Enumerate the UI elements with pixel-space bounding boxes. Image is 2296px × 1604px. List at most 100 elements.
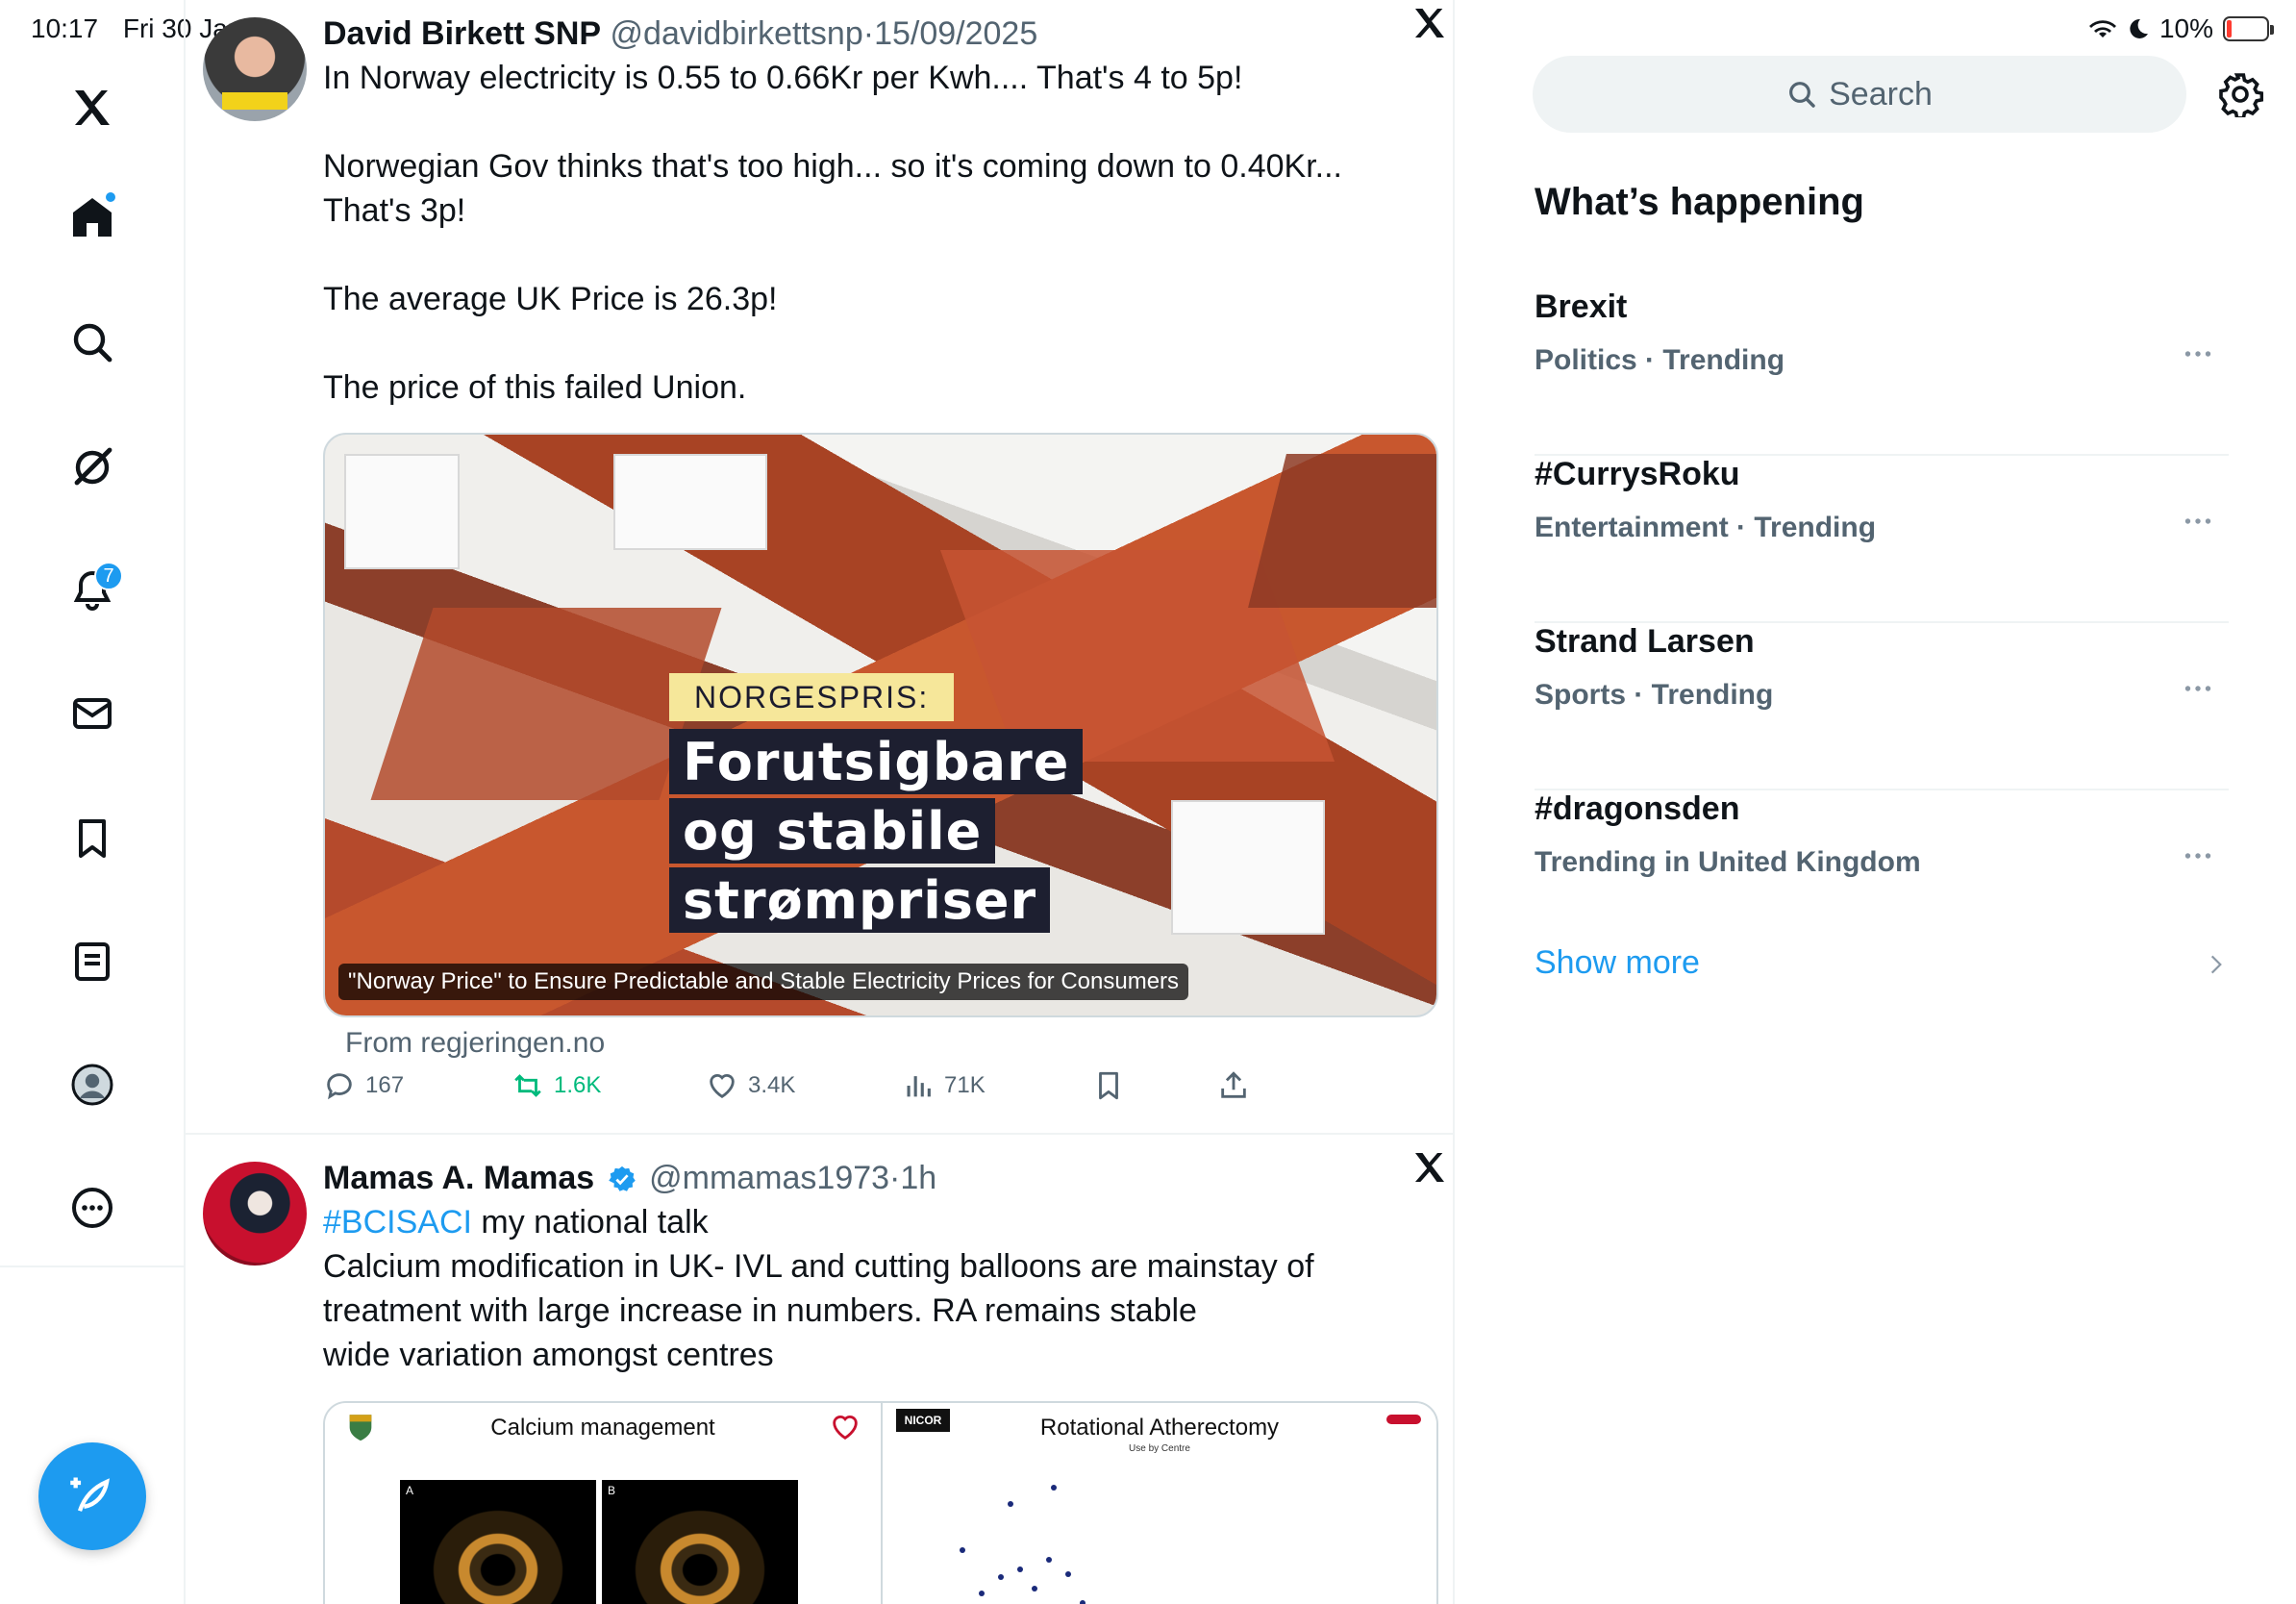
profile-icon[interactable] — [58, 1050, 127, 1119]
battery-percent: 10% — [2159, 13, 2213, 43]
scatter-dot — [960, 1547, 965, 1553]
trend-subtitle: Sports · Trending — [1535, 679, 1774, 711]
tweet-line: The average UK Price is 26.3p! — [323, 281, 778, 317]
bookmark-icon — [1099, 1071, 1118, 1100]
card-caption: "Norway Price" to Ensure Predictable and… — [338, 964, 1189, 1000]
trend-title: #CurrysRoku — [1535, 456, 1740, 492]
status-bar-right: 10% — [2088, 13, 2274, 44]
author-avatar[interactable] — [203, 1162, 307, 1266]
link-card-image[interactable]: NORGESPRIS: Forutsigbare og stabile strø… — [323, 433, 1438, 1017]
header-separator: · — [889, 1160, 901, 1196]
timeline: David Birkett SNP @davidbirkettsnp·15/09… — [186, 0, 1455, 1604]
tweet-media[interactable]: Calcium management A B NICOR Rotational … — [323, 1401, 1438, 1604]
lists-icon[interactable] — [58, 927, 127, 996]
reply-count: 167 — [365, 1072, 405, 1098]
media-right-title: Rotational Atherectomy — [1039, 1415, 1280, 1441]
trend-item[interactable]: #CurrysRoku Entertainment · Trending — [1535, 456, 2229, 623]
tweet-time[interactable]: 15/09/2025 — [874, 15, 1037, 52]
search-placeholder: Search — [1829, 75, 1933, 113]
reply-icon — [327, 1073, 352, 1100]
tweet-line: wide variation amongst centres — [323, 1337, 774, 1373]
bcis-logo-icon — [1386, 1415, 1421, 1424]
card-source[interactable]: From regjeringen.no — [345, 1027, 605, 1060]
like-count: 3.4K — [748, 1072, 796, 1098]
author-name[interactable]: Mamas A. Mamas — [323, 1160, 594, 1196]
card-overlay-badge: NORGESPRIS: — [669, 673, 955, 721]
repost-button[interactable]: 1.6K — [512, 1069, 601, 1102]
tweet-1[interactable]: David Birkett SNP @davidbirkettsnp·15/09… — [186, 0, 1453, 1135]
oct-image-a: A — [400, 1480, 596, 1604]
show-more-link[interactable]: Show more — [1535, 944, 1700, 982]
author-handle[interactable]: @mmamas1973 — [649, 1160, 889, 1196]
bookmark-button[interactable] — [1092, 1069, 1125, 1102]
home-icon[interactable] — [58, 183, 127, 252]
decor-roof — [1248, 454, 1436, 608]
notifications-icon[interactable]: 7 — [58, 556, 127, 625]
trend-title: Brexit — [1535, 288, 1628, 325]
header-separator: · — [862, 15, 875, 52]
compose-button[interactable] — [38, 1442, 146, 1550]
more-icon[interactable] — [58, 1173, 127, 1242]
card-overlay-line: og stabile — [669, 798, 996, 864]
scatter-dot — [1032, 1586, 1037, 1591]
more-horizontal-icon[interactable] — [2181, 839, 2215, 873]
like-button[interactable]: 3.4K — [706, 1069, 795, 1102]
tweet-body: Mamas A. Mamas @mmamas1973·1h #BCISACI m… — [323, 1156, 1434, 1377]
messages-icon[interactable] — [58, 679, 127, 748]
app-root: 10:17 Fri 30 Jan 10% 7 David Birkett SNP… — [0, 0, 2296, 1604]
tweet-2[interactable]: Mamas A. Mamas @mmamas1973·1h #BCISACI m… — [186, 1137, 1453, 1604]
media-image-calcium[interactable]: Calcium management A B — [325, 1403, 881, 1604]
search-icon[interactable] — [58, 308, 127, 377]
tweet-line: Calcium modification in UK- IVL and cutt… — [323, 1248, 1314, 1285]
x-logo-icon[interactable] — [1410, 1148, 1449, 1187]
grok-icon[interactable] — [58, 433, 127, 502]
reply-button[interactable]: 167 — [323, 1069, 404, 1102]
oct-label: B — [608, 1484, 616, 1497]
gear-icon[interactable] — [2217, 71, 2263, 117]
trend-item[interactable]: Brexit Politics · Trending — [1535, 288, 2229, 456]
views-button[interactable]: 71K — [902, 1069, 986, 1102]
author-name[interactable]: David Birkett SNP — [323, 15, 601, 52]
scatter-dot — [1065, 1571, 1071, 1577]
x-logo-icon[interactable] — [58, 73, 127, 142]
media-image-atherectomy[interactable]: NICOR Rotational Atherectomy Use by Cent… — [881, 1403, 1436, 1604]
more-horizontal-icon[interactable] — [2181, 337, 2215, 371]
scatter-dot — [1046, 1557, 1052, 1563]
scatter-dot — [998, 1574, 1004, 1580]
trend-subtitle: Entertainment · Trending — [1535, 512, 1877, 543]
share-button[interactable] — [1217, 1069, 1250, 1102]
author-avatar[interactable] — [203, 17, 307, 121]
section-title: What’s happening — [1535, 181, 1864, 223]
chevron-right-icon[interactable] — [2204, 952, 2229, 977]
tweet-text: #BCISACI my national talk Calcium modifi… — [323, 1200, 1434, 1377]
author-handle[interactable]: @davidbirkettsnp — [611, 15, 863, 52]
decor-house — [613, 454, 767, 550]
scatter-dot — [1080, 1600, 1086, 1604]
tweet-actions: 167 1.6K 3.4K 71K — [323, 1069, 1265, 1112]
trend-title: #dragonsden — [1535, 790, 1740, 827]
tweet-line-rest: my national talk — [471, 1204, 709, 1241]
trend-subtitle: Politics · Trending — [1535, 344, 1785, 376]
media-left-title: Calcium management — [490, 1415, 715, 1441]
heart-icon — [710, 1074, 735, 1099]
scatter-dot — [1051, 1485, 1057, 1491]
x-logo-icon[interactable] — [1410, 4, 1449, 42]
trend-item[interactable]: Strand Larsen Sports · Trending — [1535, 623, 2229, 790]
search-icon — [1789, 82, 1815, 108]
views-icon — [907, 1076, 931, 1097]
more-horizontal-icon[interactable] — [2181, 671, 2215, 706]
more-horizontal-icon[interactable] — [2181, 504, 2215, 539]
side-nav: 7 — [0, 0, 186, 1604]
oct-image-b: B — [602, 1480, 798, 1604]
trend-item[interactable]: #dragonsden Trending in United Kingdom — [1535, 790, 2229, 906]
tweet-line: treatment with large increase in numbers… — [323, 1292, 1197, 1329]
tweet-time[interactable]: 1h — [900, 1160, 936, 1196]
card-overlay-line: strømpriser — [669, 867, 1051, 933]
hashtag-link[interactable]: #BCISACI — [323, 1204, 472, 1241]
repost-icon — [514, 1074, 541, 1097]
search-input[interactable]: Search — [1533, 56, 2186, 133]
bookmarks-icon[interactable] — [58, 804, 127, 873]
